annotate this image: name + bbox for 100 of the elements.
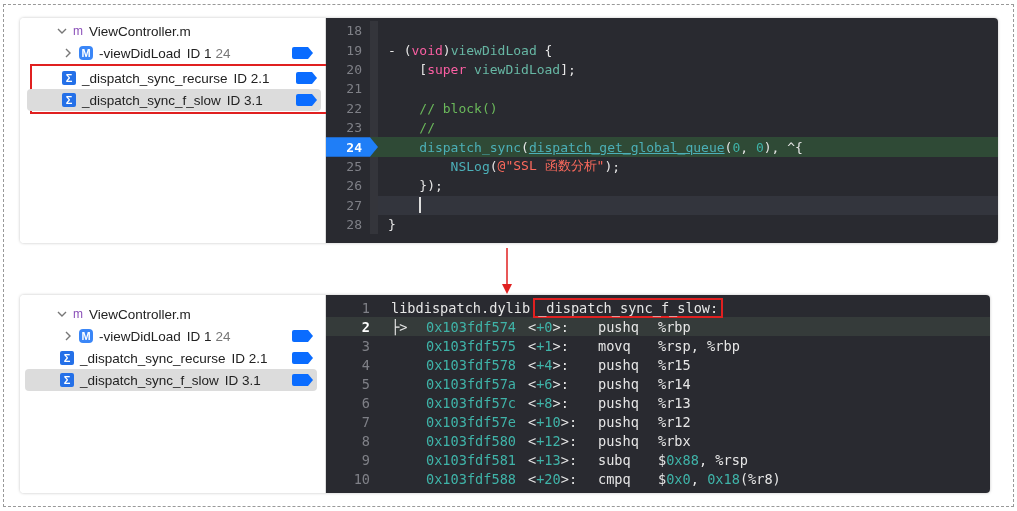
code-token: %r15 <box>658 356 691 373</box>
code-token: >: <box>560 451 578 468</box>
line-number[interactable]: 19 <box>326 40 370 60</box>
breakpoint-id: ID 2.1 <box>231 350 268 366</box>
line-number[interactable]: 22 <box>326 98 370 118</box>
code-token: %rbx <box>658 432 691 449</box>
code-token: +12 <box>536 432 561 449</box>
line-number: 2 <box>360 318 370 335</box>
code-token: ); <box>604 158 621 174</box>
code-token: dispatch_get_global_queue <box>528 139 725 155</box>
file-icon: m <box>73 24 83 38</box>
code-token: >: <box>560 432 578 449</box>
breakpoint-row[interactable]: Σ _dispatch_sync_recurse ID 2.1 <box>25 347 317 369</box>
line-number[interactable]: 20 <box>326 59 370 80</box>
breakpoint-row[interactable]: M -viewDidLoad ID 1 24 <box>25 42 317 64</box>
instruction-mnemonic: pushq <box>598 318 640 335</box>
breakpoint-icon[interactable] <box>292 47 313 59</box>
code-token: %rbp <box>658 318 691 335</box>
code-token: // <box>418 120 435 136</box>
breakpoint-row[interactable]: Σ _dispatch_sync_f_slow ID 3.1 <box>25 369 317 391</box>
code-token: +20 <box>536 470 561 487</box>
code-token: super <box>427 61 467 77</box>
instruction-mnemonic: pushq <box>598 432 640 449</box>
code-token: +4 <box>536 356 553 373</box>
breakpoint-label: ViewController.m <box>89 23 191 39</box>
chevron-down-icon[interactable] <box>57 309 67 319</box>
instruction-address: 0x103fdf588 <box>426 470 518 487</box>
breakpoint-label: _dispatch_sync_recurse <box>80 350 226 366</box>
line-number: 10 <box>352 470 370 487</box>
code-token: void <box>411 42 443 58</box>
code-token: viewDidLoad <box>473 61 561 77</box>
line-number: 24 <box>215 328 231 344</box>
breakpoint-icon[interactable] <box>296 72 317 84</box>
code-token: @"SSL 函数分析" <box>497 157 605 176</box>
code-token: < <box>528 337 537 354</box>
symbol-icon: Σ <box>62 71 76 85</box>
line-number[interactable]: 23 <box>326 117 370 138</box>
line-number[interactable]: 24 <box>326 137 378 157</box>
line-number: 6 <box>360 394 370 411</box>
breakpoint-row[interactable]: Σ _dispatch_sync_f_slow ID 3.1 <box>27 89 321 111</box>
breakpoint-row[interactable]: m ViewController.m <box>25 303 317 325</box>
code-token: +13 <box>536 451 561 468</box>
breakpoint-row[interactable]: m ViewController.m <box>25 20 317 42</box>
chevron-down-icon[interactable] <box>57 26 67 36</box>
code-token: , %rsp <box>698 451 749 468</box>
line-number: 5 <box>360 375 370 392</box>
code-token: >: <box>560 413 578 430</box>
instruction-address: 0x103fdf57c <box>426 394 518 411</box>
code-token: < <box>528 451 537 468</box>
code-token: < <box>528 413 537 430</box>
instruction-mnemonic: pushq <box>598 356 640 373</box>
code-token: %r12 <box>658 413 691 430</box>
code-token: }); <box>418 178 443 194</box>
code-token: , <box>690 470 700 487</box>
breakpoint-icon[interactable] <box>292 330 313 342</box>
code-token: %r13 <box>658 394 691 411</box>
code-token: < <box>528 432 537 449</box>
code-token: viewDidLoad <box>450 42 537 58</box>
line-number: 4 <box>360 356 370 373</box>
code-token: < <box>528 356 537 373</box>
breakpoint-icon[interactable] <box>292 374 313 386</box>
breakpoint-icon[interactable] <box>292 352 313 364</box>
code-token: ) <box>442 42 451 58</box>
line-number[interactable]: 27 <box>326 195 370 215</box>
code-token: >: <box>552 375 569 392</box>
breakpoint-id: ID 2.1 <box>233 70 270 86</box>
chevron-right-icon[interactable] <box>63 331 73 341</box>
breakpoint-label: _dispatch_sync_f_slow <box>80 372 219 388</box>
code-token: 0x18 <box>707 470 740 487</box>
code-token: ( <box>521 139 529 155</box>
code-token: (%r8) <box>739 470 781 487</box>
code-token: $ <box>658 470 667 487</box>
breakpoint-id: ID 1 <box>186 45 212 61</box>
instruction-mnemonic: movq <box>598 337 632 354</box>
breakpoint-label: _dispatch_sync_f_slow <box>82 92 221 108</box>
code-token: dispatch_sync <box>418 139 522 155</box>
breakpoint-label: _dispatch_sync_recurse <box>82 70 228 86</box>
breakpoint-id: ID 3.1 <box>224 372 261 388</box>
code-token: >: <box>560 470 578 487</box>
line-number[interactable]: 21 <box>326 79 370 99</box>
line-number[interactable]: 25 <box>326 156 370 177</box>
instruction-address: 0x103fdf578 <box>426 356 518 373</box>
chevron-right-icon[interactable] <box>63 48 73 58</box>
code-token: ( <box>489 158 498 174</box>
breakpoint-row[interactable]: Σ _dispatch_sync_recurse ID 2.1 <box>27 67 321 89</box>
line-number[interactable]: 26 <box>326 176 370 196</box>
instruction-mnemonic: pushq <box>598 413 640 430</box>
code-token: ]; <box>560 61 576 77</box>
method-icon: M <box>79 46 93 60</box>
line-number[interactable]: 28 <box>326 214 370 235</box>
breakpoint-label: -viewDidLoad <box>99 328 181 344</box>
breakpoint-icon[interactable] <box>296 94 317 106</box>
code-token: +1 <box>536 337 553 354</box>
code-token: +6 <box>536 375 553 392</box>
instruction-address: 0x103fdf57e <box>426 413 518 430</box>
line-number: 1 <box>360 299 370 316</box>
breakpoint-row[interactable]: M -viewDidLoad ID 1 24 <box>25 325 317 347</box>
code-token: >: <box>552 318 569 335</box>
line-number[interactable]: 18 <box>326 21 370 41</box>
connector-arrow <box>502 248 512 294</box>
